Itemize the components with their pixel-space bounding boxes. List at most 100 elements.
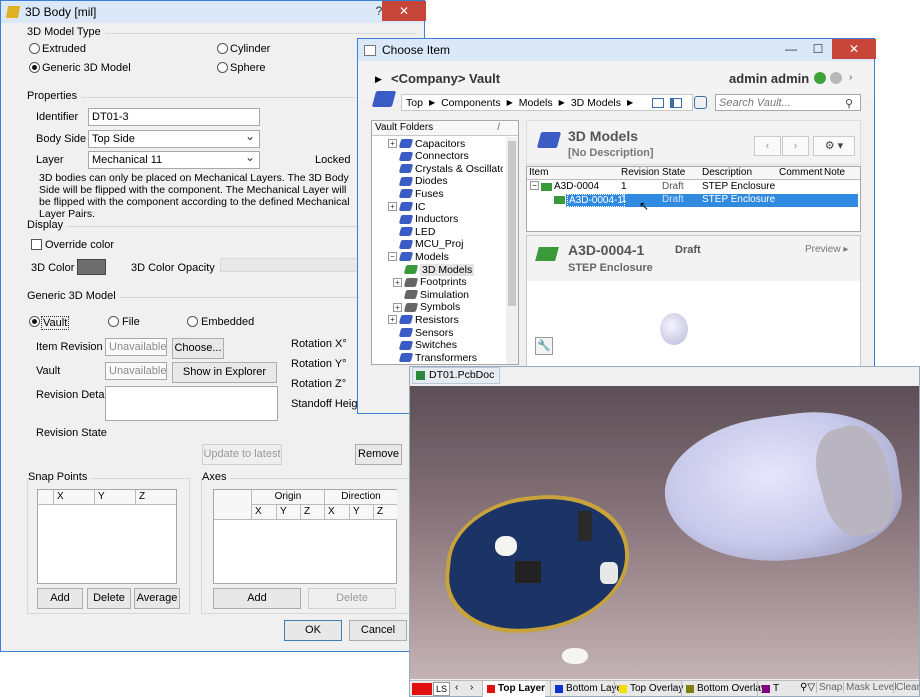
- folders-scrollbar[interactable]: [506, 137, 518, 364]
- sphere-radio[interactable]: [217, 62, 228, 73]
- body-dialog-titlebar[interactable]: 3D Body [mil]: [1, 1, 424, 23]
- col-note[interactable]: Note: [824, 167, 845, 178]
- tree-item[interactable]: Diodes: [376, 175, 448, 188]
- next-layer-icon[interactable]: ›: [470, 682, 473, 693]
- col-state[interactable]: State: [662, 167, 685, 178]
- view-list-icon[interactable]: [652, 98, 664, 108]
- tree-item[interactable]: Simulation: [376, 288, 469, 301]
- close-button[interactable]: ✕: [382, 1, 426, 21]
- tree-item[interactable]: + Footprints: [376, 276, 467, 289]
- filter-icon[interactable]: ⚲▽: [800, 682, 815, 693]
- maximize-button[interactable]: ☐: [804, 39, 832, 59]
- tree-expander[interactable]: +: [388, 202, 397, 211]
- tree-item[interactable]: Fuses: [376, 187, 444, 200]
- tree-item[interactable]: Switches: [376, 339, 457, 352]
- vault-radio[interactable]: [29, 316, 40, 327]
- tree-expander[interactable]: +: [393, 277, 402, 287]
- generic-radio[interactable]: [29, 62, 40, 73]
- tree-item[interactable]: + Capacitors: [376, 137, 465, 150]
- view-detail-icon[interactable]: [670, 98, 682, 108]
- go-icon[interactable]: [814, 72, 826, 84]
- refresh-icon[interactable]: [830, 72, 842, 84]
- tree-expander[interactable]: +: [388, 315, 397, 325]
- search-input[interactable]: Search Vault...: [715, 94, 861, 111]
- file-radio[interactable]: [108, 316, 119, 327]
- snap-average-button[interactable]: Average: [134, 588, 180, 609]
- update-to-latest-button[interactable]: Update to latest: [202, 444, 282, 465]
- tree-item[interactable]: Inductors: [376, 213, 458, 226]
- embedded-radio[interactable]: [187, 316, 198, 327]
- layer-tab[interactable]: Top Layer: [482, 681, 546, 697]
- remove-button[interactable]: Remove: [355, 444, 402, 465]
- override-color-checkbox[interactable]: [31, 239, 42, 250]
- row-expander[interactable]: −: [530, 181, 539, 190]
- tree-expander[interactable]: +: [388, 139, 397, 148]
- col-description[interactable]: Description: [702, 167, 752, 178]
- axes-table[interactable]: Origin Direction X Y Z X Y Z: [213, 489, 397, 584]
- vault-expand-icon[interactable]: ▶: [375, 74, 382, 85]
- more-icon[interactable]: ›: [849, 72, 852, 83]
- tree-item[interactable]: + Symbols: [376, 301, 460, 314]
- preview-toggle[interactable]: Preview ▸: [805, 244, 848, 255]
- table-row[interactable]: − A3D-0004 1 Draft STEP Enclosure: [527, 181, 860, 194]
- tree-item[interactable]: 3D Models: [376, 263, 475, 276]
- pcb-3d-view[interactable]: [410, 386, 919, 679]
- tree-item[interactable]: + IC: [376, 200, 426, 213]
- tree-item[interactable]: Crystals & Oscillators: [376, 162, 503, 175]
- ok-button[interactable]: OK: [284, 620, 342, 641]
- layer-tab[interactable]: Bottom Overlay: [681, 681, 766, 697]
- tree-item[interactable]: MCU_Proj: [376, 238, 463, 251]
- tree-item[interactable]: Connectors: [376, 150, 469, 163]
- ls-button[interactable]: LS: [433, 682, 451, 696]
- snap-button[interactable]: Snap: [816, 682, 842, 693]
- layer-tab[interactable]: T: [757, 681, 779, 697]
- tree-expander[interactable]: −: [388, 252, 397, 262]
- snap-points-table[interactable]: X Y Z: [37, 489, 177, 584]
- color-swatch[interactable]: [77, 259, 106, 275]
- table-row-selected[interactable]: A3D-0004-1 1 Draft STEP Enclosure: [527, 194, 860, 207]
- col-revision[interactable]: Revision: [621, 167, 659, 178]
- cancel-button[interactable]: Cancel: [349, 620, 407, 641]
- col-item[interactable]: Item: [529, 167, 548, 178]
- clear-button[interactable]: Clear: [893, 682, 920, 693]
- snap-delete-button[interactable]: Delete: [87, 588, 131, 609]
- body-side-select[interactable]: Top Side: [88, 130, 260, 148]
- pcb-tab[interactable]: DT01.PcbDoc *: [412, 367, 500, 396]
- opacity-slider[interactable]: [220, 258, 360, 272]
- breadcrumb-components[interactable]: Components: [441, 97, 501, 109]
- prev-layer-icon[interactable]: ‹: [455, 682, 458, 693]
- tree-item[interactable]: LED: [376, 225, 435, 238]
- show-in-explorer-button[interactable]: Show in Explorer: [172, 362, 277, 383]
- search-icon[interactable]: ⚲: [845, 97, 853, 110]
- breadcrumb-3d-models[interactable]: 3D Models: [571, 97, 621, 109]
- prev-button[interactable]: ‹: [754, 136, 781, 156]
- tree-expander[interactable]: +: [393, 302, 402, 312]
- layer-select[interactable]: Mechanical 11: [88, 151, 260, 169]
- choose-close-button[interactable]: ✕: [832, 39, 876, 59]
- col-comment[interactable]: Comment: [779, 167, 822, 178]
- wrench-button[interactable]: 🔧: [535, 337, 553, 355]
- item-revision-field[interactable]: Unavailable: [105, 338, 167, 356]
- tree-item[interactable]: Sensors: [376, 326, 454, 339]
- cylinder-radio[interactable]: [217, 43, 228, 54]
- revision-details-field[interactable]: [105, 386, 278, 421]
- layer-tab[interactable]: Top Overlay: [614, 681, 683, 697]
- breadcrumb-top[interactable]: Top: [406, 97, 423, 109]
- tree-item[interactable]: Transformers: [376, 351, 477, 364]
- vault-field[interactable]: Unavailable: [105, 362, 167, 380]
- refresh-view-icon[interactable]: [694, 96, 707, 109]
- tree-item[interactable]: − Models: [376, 250, 449, 263]
- snap-add-button[interactable]: Add: [37, 588, 83, 609]
- breadcrumb-models[interactable]: Models: [519, 97, 553, 109]
- tree-item[interactable]: + Resistors: [376, 313, 459, 326]
- minimize-button[interactable]: —: [777, 39, 805, 59]
- folders-scroll-thumb[interactable]: [508, 141, 516, 306]
- axes-add-button[interactable]: Add: [213, 588, 301, 609]
- settings-button[interactable]: ⚙ ▾: [813, 136, 855, 156]
- identifier-field[interactable]: DT01-3: [88, 108, 260, 126]
- mask-level-button[interactable]: Mask Level: [843, 682, 897, 693]
- choose-button[interactable]: Choose...: [172, 338, 224, 359]
- current-layer-swatch[interactable]: [412, 683, 432, 695]
- axes-delete-button[interactable]: Delete: [308, 588, 396, 609]
- extruded-radio[interactable]: [29, 43, 40, 54]
